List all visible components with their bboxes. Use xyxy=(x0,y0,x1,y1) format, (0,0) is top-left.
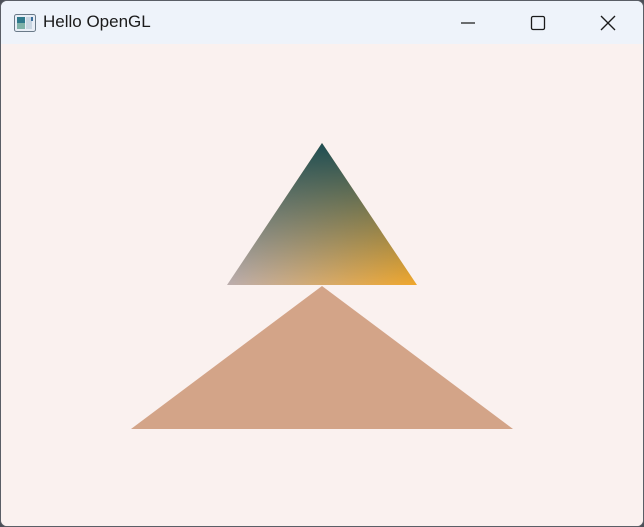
maximize-button[interactable] xyxy=(503,1,573,44)
minimize-icon xyxy=(460,15,476,31)
opengl-canvas[interactable] xyxy=(1,44,643,526)
minimize-button[interactable] xyxy=(433,1,503,44)
opengl-app-icon xyxy=(14,14,36,32)
close-button[interactable] xyxy=(573,1,643,44)
gradient-triangle xyxy=(227,143,417,285)
app-window: Hello OpenGL xyxy=(0,0,644,527)
flat-triangle xyxy=(131,286,513,429)
title-bar[interactable]: Hello OpenGL xyxy=(1,1,643,44)
close-icon xyxy=(600,15,616,31)
window-title: Hello OpenGL xyxy=(43,12,151,31)
maximize-icon xyxy=(530,15,546,31)
render-surface xyxy=(131,143,513,429)
